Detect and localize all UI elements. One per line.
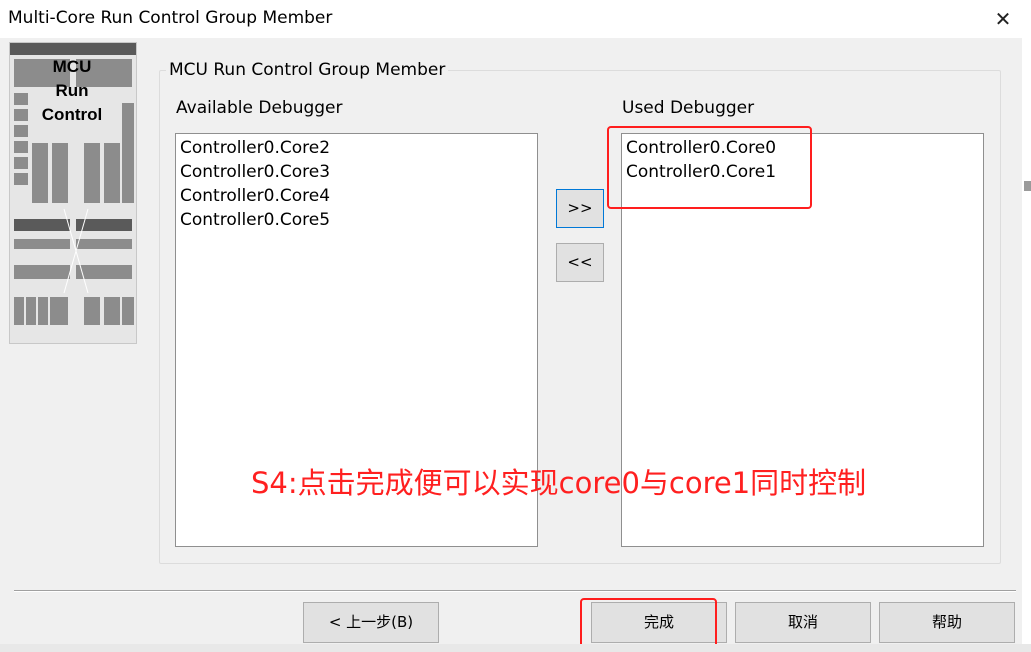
window-title: Multi-Core Run Control Group Member <box>8 8 333 28</box>
background-window-strip <box>0 644 1031 652</box>
help-button[interactable]: 帮助 <box>879 602 1015 643</box>
list-item[interactable]: Controller0.Core3 <box>180 160 537 184</box>
list-item[interactable]: Controller0.Core5 <box>180 208 537 232</box>
dialog-window: Multi-Core Run Control Group Member ✕ MC… <box>0 0 1031 652</box>
cancel-button[interactable]: 取消 <box>735 602 871 643</box>
background-window-edge <box>1022 38 1031 652</box>
list-item[interactable]: Controller0.Core4 <box>180 184 537 208</box>
used-debugger-label: Used Debugger <box>622 98 755 118</box>
thumbnail-label: MCU Run Control <box>41 57 103 124</box>
back-button[interactable]: < 上一步(B) <box>303 602 439 643</box>
list-item[interactable]: Controller0.Core2 <box>180 136 537 160</box>
close-icon: ✕ <box>994 7 1012 31</box>
group-legend: MCU Run Control Group Member <box>166 60 449 80</box>
remove-from-used-button[interactable]: << <box>556 243 604 282</box>
mcu-diagram-image: MCU Run Control <box>9 42 137 344</box>
close-button[interactable]: ✕ <box>988 5 1018 33</box>
finish-button-highlight <box>580 598 717 648</box>
title-bar: Multi-Core Run Control Group Member ✕ <box>0 0 1031 38</box>
used-list-highlight <box>607 126 812 209</box>
add-to-used-button[interactable]: >> <box>556 189 604 228</box>
available-debugger-label: Available Debugger <box>176 98 343 118</box>
annotation-text: S4:点击完成便可以实现core0与core1同时控制 <box>251 466 867 500</box>
